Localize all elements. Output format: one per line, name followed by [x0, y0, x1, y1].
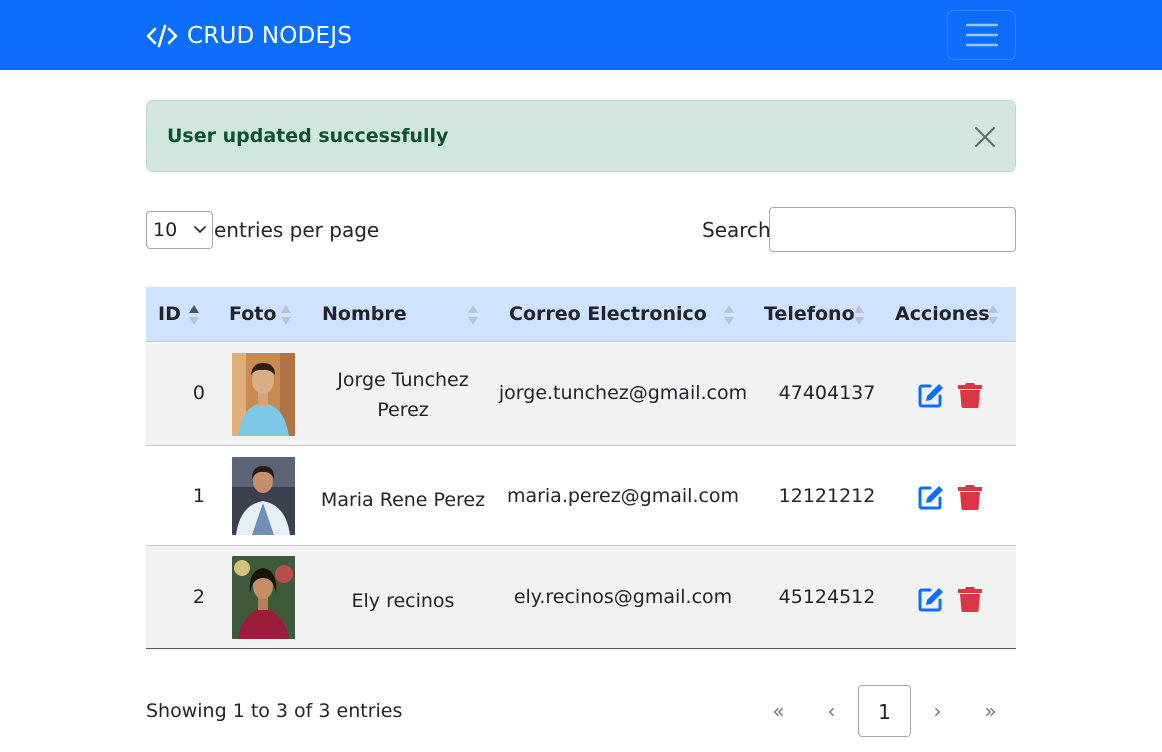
user-photo	[232, 556, 295, 639]
trash-icon[interactable]	[956, 381, 984, 409]
sort-icon	[468, 305, 478, 325]
alert-message: User updated successfully	[167, 125, 449, 147]
cell-correo: ely.recinos@gmail.com	[513, 586, 733, 608]
search-label: Search:	[702, 218, 778, 242]
pagination-next-button[interactable]: ›	[911, 685, 964, 737]
cell-correo: maria.perez@gmail.com	[506, 485, 740, 507]
cell-id: 1	[192, 485, 205, 507]
table-row: 0 Jorge Tunchez Perez jorge.tunchez@gmai…	[146, 343, 1016, 446]
column-header-correo[interactable]: Correo Electronico	[509, 287, 707, 342]
close-icon[interactable]	[973, 125, 997, 149]
pagination-page-1[interactable]: 1	[858, 685, 911, 737]
cell-correo: jorge.tunchez@gmail.com	[498, 382, 748, 404]
entries-per-page-label: entries per page	[214, 218, 380, 242]
pagination-first-button[interactable]: «	[752, 685, 805, 737]
column-header-foto[interactable]: Foto	[229, 287, 276, 342]
cell-telefono: 12121212	[778, 485, 876, 507]
brand-title: CRUD NODEJS	[187, 23, 353, 49]
table-bottom-border	[146, 648, 1016, 649]
column-header-nombre[interactable]: Nombre	[322, 287, 407, 342]
navbar: CRUD NODEJS	[0, 0, 1162, 70]
entries-per-page-select[interactable]: 10	[146, 211, 213, 249]
column-header-acciones[interactable]: Acciones	[895, 287, 990, 342]
trash-icon[interactable]	[956, 585, 984, 613]
sort-ascending-icon	[189, 305, 199, 325]
entries-per-page-value: 10	[153, 219, 178, 241]
chevron-down-icon	[194, 226, 206, 233]
sort-icon	[854, 305, 864, 325]
table-row: 2 Ely recinos ely.recinos@gmail.com 4512…	[146, 546, 1016, 649]
pagination-last-button[interactable]: »	[964, 685, 1017, 737]
table-header: ID Foto Nombre Correo Electronico Telefo…	[146, 287, 1016, 342]
edit-icon[interactable]	[917, 483, 945, 511]
trash-icon[interactable]	[956, 483, 984, 511]
search-input[interactable]	[769, 207, 1016, 252]
pagination-prev-button[interactable]: ‹	[805, 685, 858, 737]
brand-link[interactable]: CRUD NODEJS	[146, 20, 352, 52]
cell-nombre: Maria Rene Perez	[320, 489, 486, 511]
cell-nombre: Jorge Tunchez Perez	[337, 369, 469, 421]
table-row: 1 Maria Rene Perez maria.perez@gmail.com…	[146, 446, 1016, 546]
code-icon	[146, 24, 178, 48]
sort-icon	[724, 305, 734, 325]
navbar-toggler-button[interactable]	[947, 10, 1016, 60]
column-header-id[interactable]: ID	[158, 287, 181, 342]
sort-icon	[988, 305, 998, 325]
cell-id: 2	[192, 586, 205, 608]
sort-icon	[281, 305, 291, 325]
success-alert: User updated successfully	[146, 100, 1016, 172]
cell-id: 0	[192, 382, 205, 404]
cell-nombre: Ely recinos	[351, 590, 455, 612]
edit-icon[interactable]	[917, 381, 945, 409]
cell-telefono: 45124512	[778, 586, 876, 608]
edit-icon[interactable]	[917, 585, 945, 613]
table-info: Showing 1 to 3 of 3 entries	[146, 700, 403, 722]
user-photo	[232, 353, 295, 436]
hamburger-menu-icon	[965, 23, 998, 47]
cell-telefono: 47404137	[778, 382, 876, 404]
user-photo	[232, 457, 295, 535]
column-header-telefono[interactable]: Telefono	[764, 287, 855, 342]
